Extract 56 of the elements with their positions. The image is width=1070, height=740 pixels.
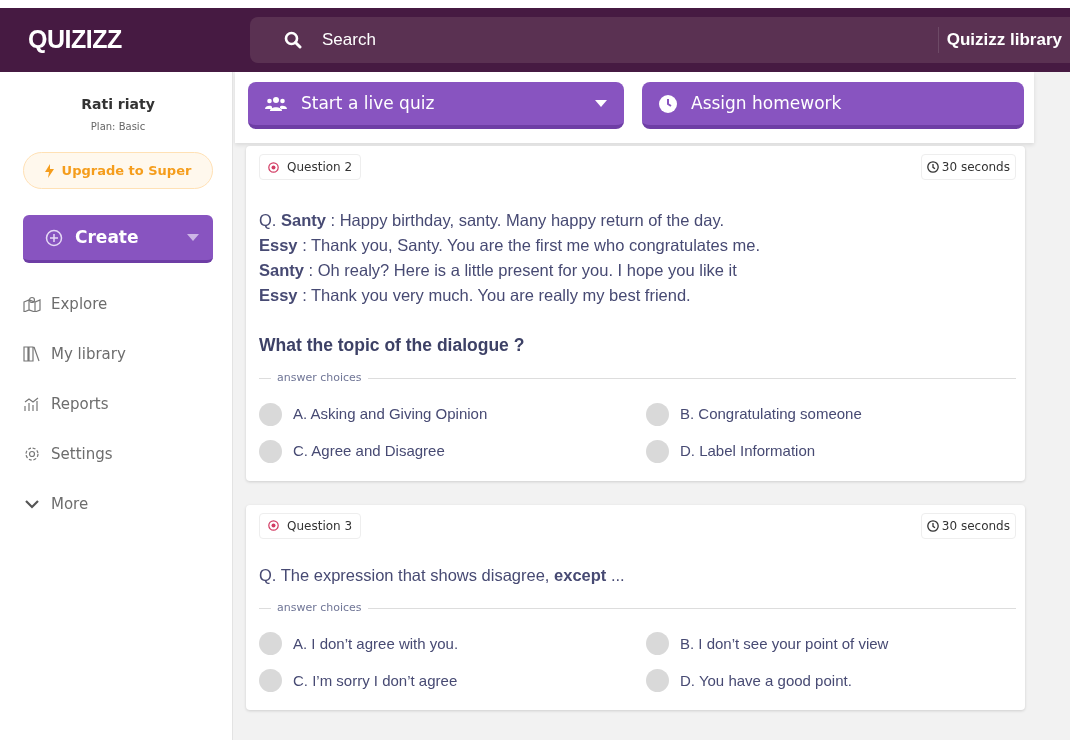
answer-choice[interactable]: B. Congratulating someone (680, 403, 862, 426)
answer-choice[interactable]: B. I don’t see your point of view (680, 632, 889, 655)
settings-icon (23, 446, 41, 462)
radio-button[interactable] (646, 669, 669, 693)
section-label: answer choices (277, 370, 362, 387)
search-field[interactable]: Search Quizizz library (250, 17, 1070, 63)
answer-choice[interactable]: C. I’m sorry I don’t agree (293, 669, 458, 692)
plan-label: Plan: Basic (89, 120, 147, 134)
lightning-icon (44, 163, 54, 178)
question-text: Essy : Thank you very much. You are really my best friend. (259, 285, 692, 306)
time-tag: 30 seconds (920, 512, 1016, 539)
radio-button[interactable] (259, 402, 282, 426)
target-icon (268, 520, 279, 532)
nav-item[interactable]: Explore (23, 279, 213, 329)
action-button[interactable]: Start a live quiz (248, 82, 624, 129)
nav-item[interactable]: More (23, 479, 213, 529)
nav-item[interactable]: Reports (23, 379, 213, 429)
clock-icon (926, 161, 939, 173)
caret-icon (187, 234, 199, 241)
logo[interactable]: QUIZIZZ (28, 25, 122, 54)
radio-button[interactable] (259, 669, 282, 693)
radio-button[interactable] (646, 402, 669, 426)
clock-icon (926, 519, 939, 532)
radio-button[interactable] (646, 439, 669, 463)
create-button[interactable]: Create (23, 215, 213, 263)
user-name: Rati riaty (80, 95, 156, 114)
answer-choice[interactable]: A. Asking and Giving Opinion (293, 403, 488, 426)
answer-choice[interactable]: D. You have a good point. (680, 669, 852, 692)
nav-item[interactable]: My library (23, 329, 213, 379)
target-icon (268, 161, 279, 173)
radio-button[interactable] (259, 439, 282, 463)
question-prompt: What the topic of the dialogue ? (259, 334, 526, 357)
books-icon (23, 346, 41, 362)
question-tag: Question 2 (259, 154, 362, 180)
radio-button[interactable] (646, 632, 669, 656)
search-icon (284, 31, 302, 49)
section-label: answer choices (277, 599, 362, 616)
people-icon (265, 95, 287, 112)
nav-item[interactable]: Settings (23, 429, 213, 479)
map-icon (23, 296, 41, 312)
answer-choice[interactable]: D. Label Information (680, 440, 816, 463)
chart-icon (23, 396, 41, 412)
answer-choice[interactable]: C. Agree and Disagree (293, 440, 445, 463)
time-tag: 30 seconds (920, 154, 1016, 180)
answer-choice[interactable]: A. I don’t agree with you. (293, 632, 459, 655)
plus-circle-icon (45, 228, 63, 247)
question-text: Essy : Thank you, Santy. You are the first me who congratulates me. (259, 235, 762, 256)
clock-icon (659, 94, 677, 113)
action-button[interactable]: Assign homework (642, 82, 1024, 129)
library-link[interactable]: Quizizz library (937, 27, 1070, 53)
question-text: Q. The expression that shows disagree, except ... (259, 564, 626, 586)
question-tag: Question 3 (259, 512, 362, 539)
question-text: Q. Santy : Happy birthday, santy. Many happy return of the day. (259, 210, 725, 231)
question-text: Santy : Oh realy? Here is a little present for you. I hope you like it (259, 260, 738, 281)
caret-icon (595, 100, 607, 107)
radio-button[interactable] (259, 632, 282, 656)
